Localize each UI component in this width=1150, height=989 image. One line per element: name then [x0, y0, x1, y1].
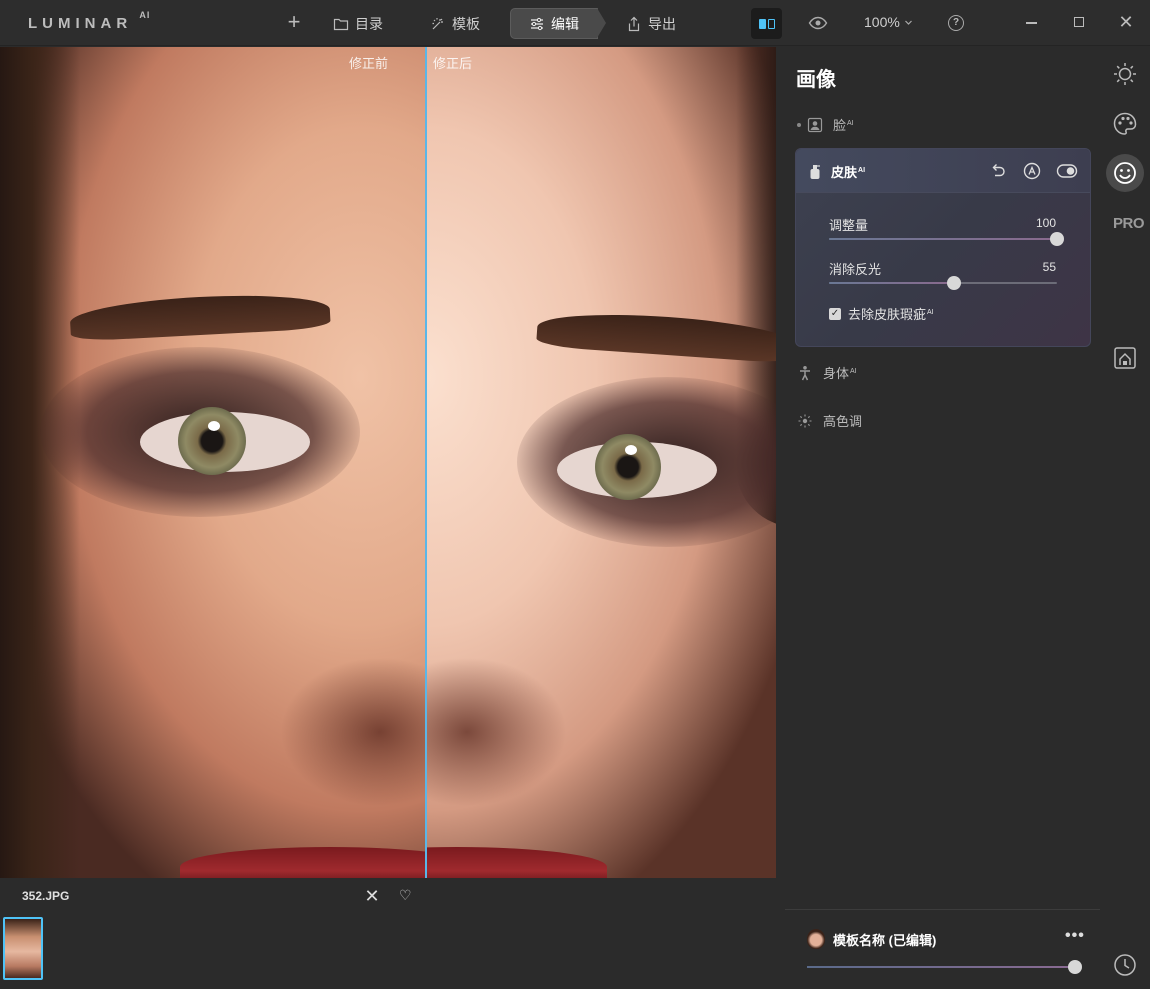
- history-icon[interactable]: [1112, 952, 1138, 978]
- lips-shape: [180, 847, 425, 878]
- compare-right-icon: [767, 18, 775, 29]
- preset-amount-slider[interactable]: [807, 960, 1082, 974]
- checkmark-icon: ✓: [829, 307, 841, 320]
- shine-value: 55: [1042, 260, 1056, 274]
- modified-dot-icon: [797, 122, 801, 127]
- iris-shape: [595, 434, 661, 500]
- file-name: 352.JPG: [22, 889, 70, 903]
- canvas-tools-icon[interactable]: [1112, 345, 1138, 371]
- folder-icon: [333, 18, 349, 30]
- photo-thumbnail[interactable]: [3, 917, 43, 980]
- eye-icon[interactable]: [808, 13, 828, 33]
- tool-highkey-label: 高色调: [823, 414, 863, 429]
- heart-icon[interactable]: ♡: [399, 887, 412, 904]
- after-label: 修正后: [433, 56, 473, 71]
- filmstrip: 352.JPG ✕ ♡: [0, 878, 776, 989]
- glint-shape: [625, 445, 637, 455]
- amount-slider-handle[interactable]: [1050, 232, 1064, 246]
- edit-panel: 画像 脸AI 皮肤AI 调整量 100 消除反光 55 ✓ 去除皮肤瑕疵AI 身…: [777, 47, 1100, 989]
- reject-icon[interactable]: ✕: [363, 886, 381, 907]
- portrait-icon: [807, 117, 823, 132]
- tool-face[interactable]: 脸AI: [797, 115, 854, 134]
- portrait-category-button[interactable]: [1106, 154, 1144, 192]
- panel-divider: [785, 909, 1100, 910]
- amount-slider[interactable]: [829, 232, 1064, 246]
- zoom-value: 100%: [864, 14, 900, 30]
- tool-category-rail: PRO: [1100, 47, 1150, 989]
- remove-blemishes-label: 去除皮肤瑕疵AI: [848, 307, 934, 322]
- templates-button[interactable]: 模板: [430, 8, 480, 39]
- amount-slider-fill: [829, 238, 1057, 240]
- nose-shadow-shape: [427, 657, 567, 807]
- tool-highkey[interactable]: 高色调: [797, 411, 862, 430]
- mask-brush-icon[interactable]: [1022, 161, 1042, 181]
- export-button[interactable]: 导出: [626, 8, 676, 39]
- bottle-icon: [810, 164, 820, 179]
- chevron-down-icon: [904, 20, 912, 25]
- skin-tool-header[interactable]: 皮肤AI: [796, 149, 1090, 193]
- lips-shape: [427, 847, 607, 878]
- iris-shape: [178, 407, 246, 475]
- nose-shadow-shape: [280, 657, 425, 807]
- pro-category-button[interactable]: PRO: [1113, 215, 1145, 232]
- tool-body[interactable]: 身体AI: [797, 363, 857, 382]
- share-icon: [628, 16, 640, 31]
- photo-canvas[interactable]: 修正前 修正后: [0, 47, 776, 878]
- panel-title: 画像: [796, 69, 836, 91]
- help-icon[interactable]: ?: [948, 15, 964, 31]
- skin-tool-card: 皮肤AI 调整量 100 消除反光 55 ✓ 去除皮肤瑕疵AI: [795, 148, 1091, 347]
- shine-slider[interactable]: [829, 276, 1057, 290]
- catalog-label: 目录: [355, 15, 383, 32]
- sparkle-icon: [432, 17, 443, 29]
- highkey-icon: [798, 414, 812, 427]
- skin-tool-title: 皮肤AI: [808, 162, 865, 181]
- preset-amount-handle[interactable]: [1068, 960, 1082, 974]
- catalog-button[interactable]: 目录: [333, 8, 383, 39]
- close-window-icon[interactable]: ✕: [1117, 12, 1135, 32]
- shine-label: 消除反光: [829, 262, 882, 277]
- compare-divider-handle[interactable]: [425, 47, 427, 878]
- reset-icon[interactable]: [988, 161, 1008, 181]
- preset-thumbnail: [807, 929, 825, 949]
- more-options-icon[interactable]: •••: [1065, 927, 1085, 945]
- top-toolbar: LUMINAR AI + 目录 模板 编辑 导出 100% ? ✕: [0, 0, 1150, 46]
- shine-slider-fill: [829, 282, 955, 284]
- remove-blemishes-checkbox[interactable]: ✓ 去除皮肤瑕疵AI: [829, 304, 934, 323]
- add-photos-button[interactable]: +: [283, 10, 305, 34]
- amount-value: 100: [1035, 216, 1056, 230]
- visibility-toggle-icon[interactable]: [1056, 161, 1078, 181]
- minimize-icon[interactable]: [1026, 22, 1037, 24]
- edit-button[interactable]: 编辑: [510, 8, 606, 39]
- before-label: 修正前: [349, 56, 389, 71]
- smile-icon: [1114, 162, 1136, 184]
- sliders-icon: [531, 17, 543, 30]
- eyebrow-shape: [69, 290, 331, 342]
- sun-icon[interactable]: [1112, 61, 1138, 87]
- edit-label: 编辑: [551, 15, 579, 32]
- export-label: 导出: [648, 15, 676, 32]
- zoom-dropdown[interactable]: 100%: [864, 14, 913, 30]
- palette-icon[interactable]: [1112, 111, 1138, 137]
- amount-label: 调整量: [829, 218, 869, 233]
- before-image: [0, 47, 425, 878]
- shine-slider-handle[interactable]: [947, 276, 962, 290]
- app-logo: LUMINAR AI: [28, 10, 151, 32]
- tool-face-label: 脸AI: [833, 118, 854, 133]
- maximize-icon[interactable]: [1074, 17, 1084, 27]
- templates-label: 模板: [452, 15, 480, 32]
- compare-left-icon: [758, 18, 766, 29]
- person-icon: [800, 365, 810, 380]
- tool-body-label: 身体AI: [823, 366, 857, 381]
- compare-toggle[interactable]: [751, 8, 782, 39]
- after-image: [427, 47, 776, 878]
- glint-shape: [208, 421, 220, 431]
- preset-name: 模板名称 (已编辑): [807, 929, 936, 949]
